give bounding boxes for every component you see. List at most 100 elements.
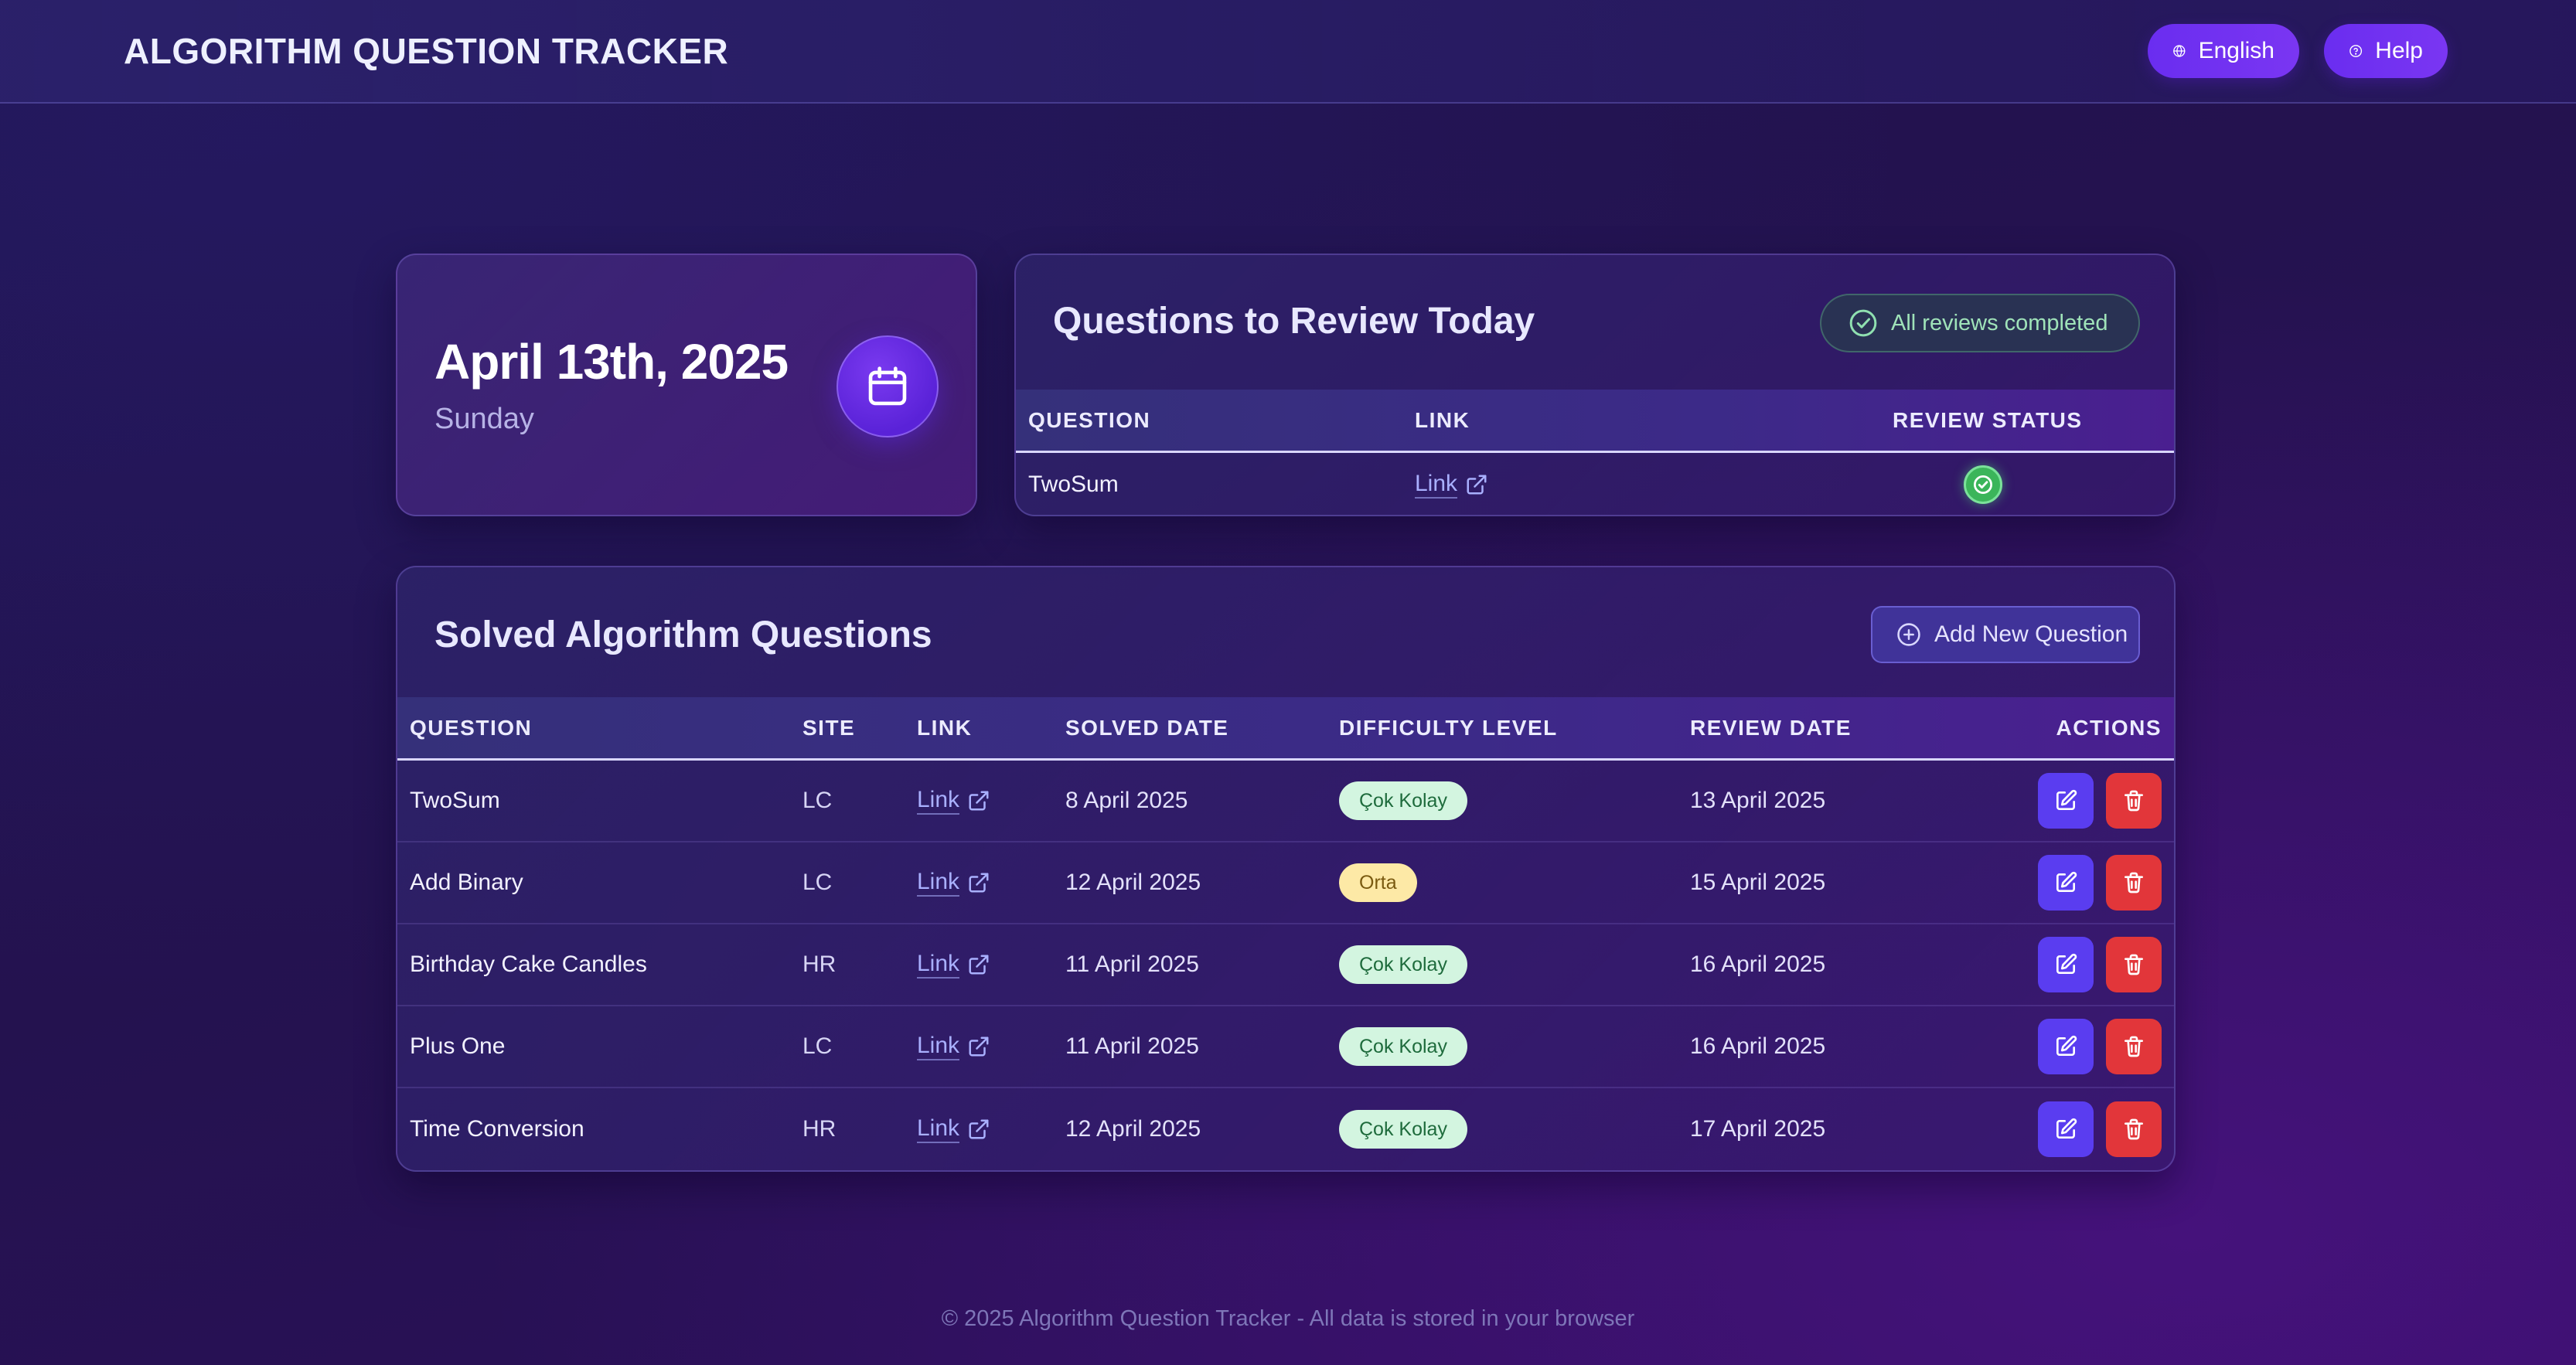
difficulty-badge: Çok Kolay [1339,945,1467,984]
column-header-actions: ACTIONS [2056,716,2162,740]
review-today-card: Questions to Review Today All reviews co… [1014,254,2176,516]
question-name: Add Binary [410,870,523,895]
edit-button[interactable] [2038,1019,2094,1074]
trash-icon [2125,1036,2143,1057]
question-site: HR [802,951,837,977]
check-circle-icon [1974,475,1992,494]
trash-icon [2125,790,2143,812]
external-link-icon [969,1119,989,1139]
question-link[interactable]: Link [917,951,960,979]
column-header-link: LINK [917,716,973,740]
globe-icon [2173,45,2186,57]
trash-icon [2125,1118,2143,1140]
edit-icon [2056,1035,2077,1056]
question-link[interactable]: Link [1415,471,1458,499]
column-header-question: QUESTION [1028,408,1151,432]
calendar-icon [868,366,907,406]
table-row: Add Binary LC Link 12 April 2025 Orta 15… [397,842,2174,924]
question-name: Birthday Cake Candles [410,951,647,977]
solved-questions-card: Solved Algorithm Questions Add New Quest… [396,566,2176,1172]
table-row: TwoSum LC Link 8 April 2025 Çok Kolay 13… [397,761,2174,842]
footer-text: © 2025 Algorithm Question Tracker - All … [941,1306,1635,1331]
edit-button[interactable] [2038,1101,2094,1157]
help-label: Help [2375,38,2423,63]
column-header-link: LINK [1415,408,1470,432]
question-link[interactable]: Link [917,1115,960,1143]
plus-circle-icon [1897,623,1920,646]
review-date: 16 April 2025 [1690,1033,1826,1059]
add-question-button[interactable]: Add New Question [1871,606,2140,663]
question-name: TwoSum [1028,471,1119,497]
table-row: Birthday Cake Candles HR Link 11 April 2… [397,924,2174,1006]
review-today-title: Questions to Review Today [1053,301,1535,342]
external-link-icon [969,873,989,893]
table-row: Time Conversion HR Link 12 April 2025 Ço… [397,1088,2174,1170]
delete-button[interactable] [2106,937,2162,992]
language-label: English [2198,38,2274,63]
solved-date: 11 April 2025 [1065,1033,1199,1059]
edit-button[interactable] [2038,773,2094,829]
column-header-question: QUESTION [410,716,533,740]
solved-table-header: QUESTION SITE LINK SOLVED DATE DIFFICULT… [397,697,2174,761]
solved-date: 11 April 2025 [1065,951,1199,977]
review-date: 15 April 2025 [1690,870,1826,895]
review-date: 13 April 2025 [1690,788,1826,813]
review-status-pill: All reviews completed [1820,294,2140,352]
solved-date: 12 April 2025 [1065,1116,1201,1142]
question-site: LC [802,788,833,813]
help-button[interactable]: Help [2324,24,2448,78]
column-header-review-status: REVIEW STATUS [1893,408,2083,432]
question-link[interactable]: Link [917,869,960,897]
trash-icon [2125,872,2143,894]
review-date: 17 April 2025 [1690,1116,1826,1142]
edit-button[interactable] [2038,855,2094,911]
date-card: April 13th, 2025 Sunday [396,254,977,516]
app-title: ALGORITHM QUESTION TRACKER [124,31,729,71]
column-header-site: SITE [802,716,856,740]
delete-button[interactable] [2106,855,2162,911]
review-status-label: All reviews completed [1891,310,2108,335]
delete-button[interactable] [2106,1019,2162,1074]
external-link-icon [969,955,989,975]
difficulty-badge: Orta [1339,863,1417,902]
delete-button[interactable] [2106,773,2162,829]
question-site: LC [802,1033,833,1059]
table-row: TwoSum Link [1016,453,2174,515]
edit-icon [2056,871,2077,892]
review-table-header: QUESTION LINK REVIEW STATUS [1016,390,2174,453]
edit-icon [2056,1118,2077,1139]
edit-icon [2056,953,2077,974]
solved-questions-title: Solved Algorithm Questions [434,614,932,655]
review-date: 16 April 2025 [1690,951,1826,977]
language-button[interactable]: English [2148,24,2299,78]
help-circle-icon [2349,45,2363,57]
delete-button[interactable] [2106,1101,2162,1157]
calendar-badge [837,335,939,437]
current-weekday: Sunday [434,403,534,435]
solved-date: 12 April 2025 [1065,870,1201,895]
column-header-review-date: REVIEW DATE [1690,716,1852,740]
question-link[interactable]: Link [917,1033,960,1060]
question-site: HR [802,1116,837,1142]
check-circle-icon [1849,309,1877,337]
question-name: Time Conversion [410,1116,584,1142]
difficulty-badge: Çok Kolay [1339,1110,1467,1149]
table-row: Plus One LC Link 11 April 2025 Çok Kolay… [397,1006,2174,1088]
external-link-icon [969,1037,989,1057]
add-question-label: Add New Question [1934,621,2128,647]
question-link[interactable]: Link [917,787,960,815]
question-name: Plus One [410,1033,506,1059]
question-name: TwoSum [410,788,500,813]
column-header-difficulty: DIFFICULTY LEVEL [1339,716,1558,740]
review-complete-badge [1964,465,2002,504]
question-site: LC [802,870,833,895]
current-date: April 13th, 2025 [434,334,789,390]
external-link-icon [1467,475,1487,495]
edit-button[interactable] [2038,937,2094,992]
column-header-solved-date: SOLVED DATE [1065,716,1229,740]
solved-date: 8 April 2025 [1065,788,1188,813]
edit-icon [2056,789,2077,810]
external-link-icon [969,791,989,811]
app-header: ALGORITHM QUESTION TRACKER English Help [0,0,2576,104]
trash-icon [2125,954,2143,975]
